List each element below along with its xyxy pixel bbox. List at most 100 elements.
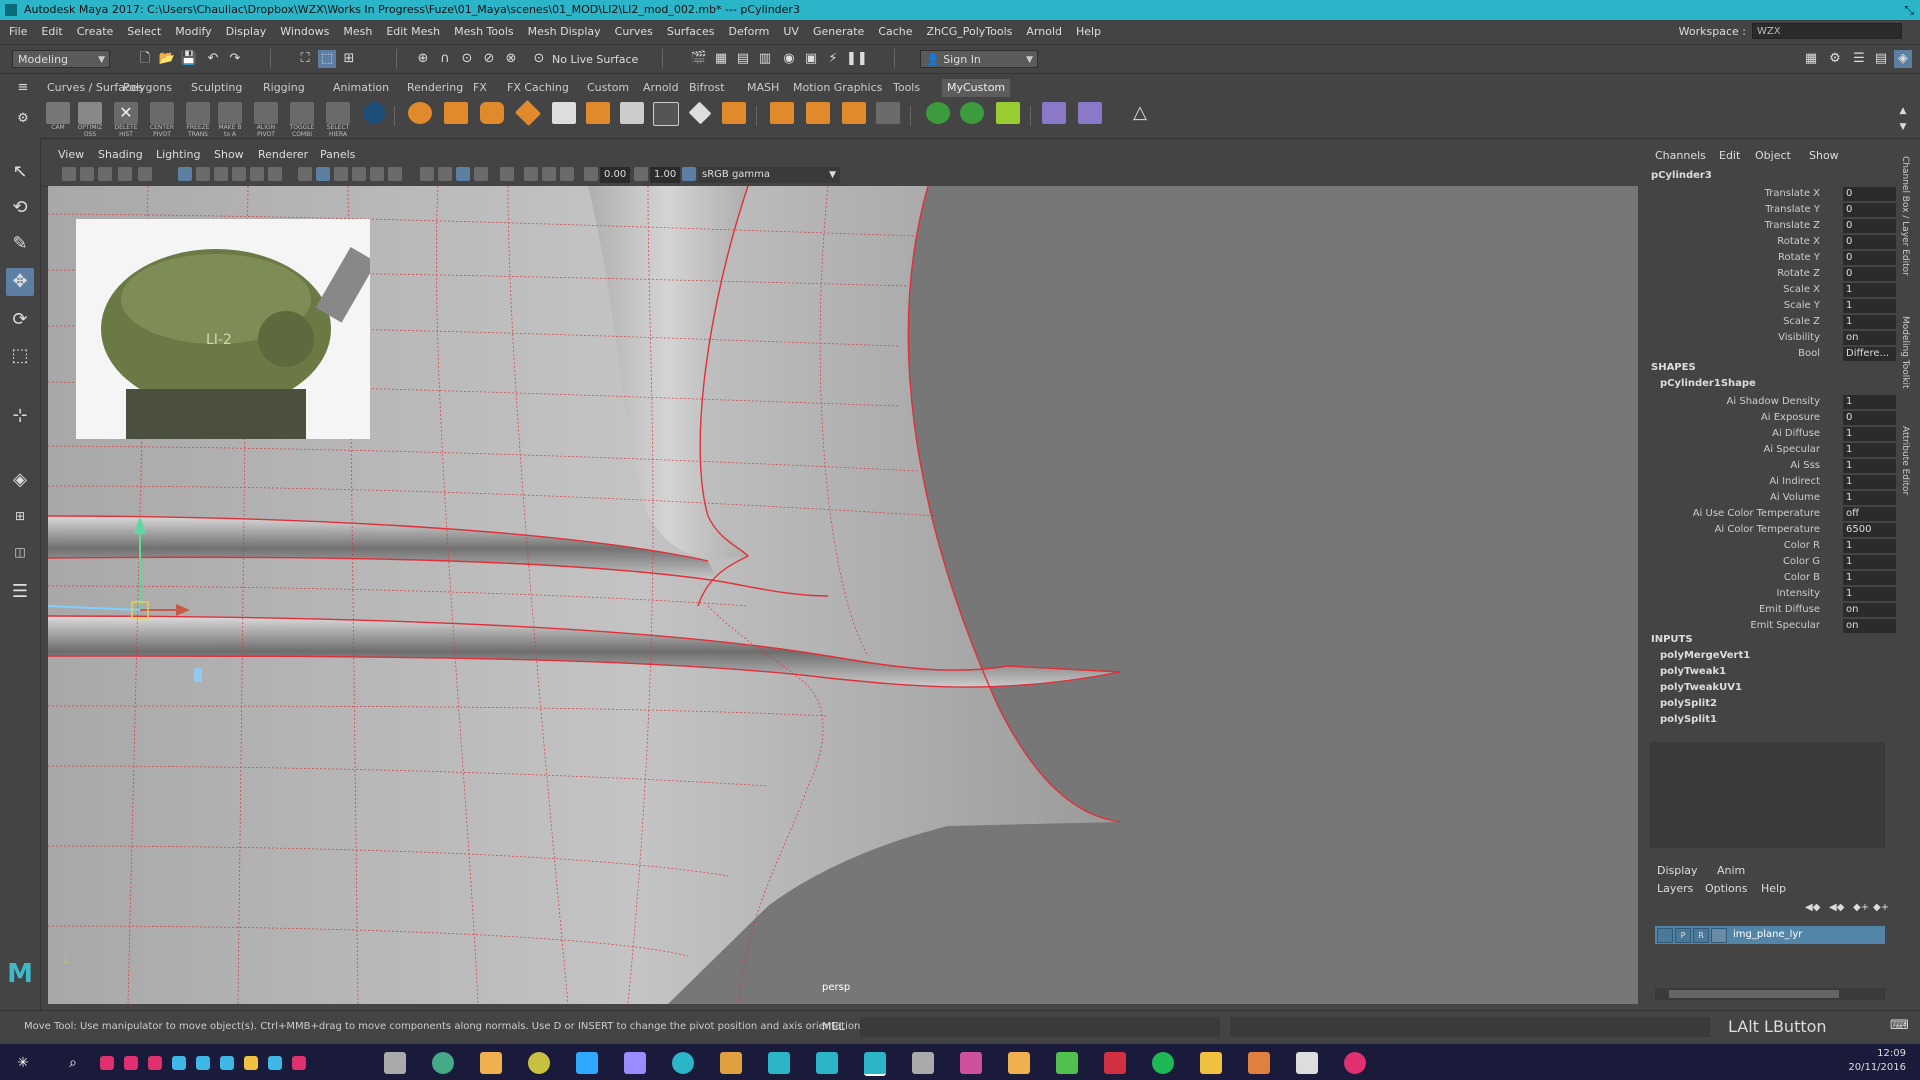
new-layer-selected-icon[interactable]: ◆+ bbox=[1873, 902, 1889, 913]
mel-label[interactable]: MEL bbox=[822, 1020, 845, 1033]
channel-row[interactable]: Ai Color Temperature 6500 bbox=[1645, 522, 1898, 538]
app-tray-icon[interactable] bbox=[148, 1056, 162, 1070]
move-layer-up-icon[interactable]: ◀◆ bbox=[1805, 902, 1820, 913]
open-scene-icon[interactable]: 📂 bbox=[158, 50, 176, 68]
image-plane-icon[interactable] bbox=[118, 167, 132, 181]
shelf-button-vertex[interactable] bbox=[686, 101, 714, 132]
app-icon[interactable] bbox=[1344, 1052, 1366, 1074]
channel-value[interactable]: 1 bbox=[1843, 283, 1898, 297]
start-icon[interactable]: ✳ bbox=[12, 1052, 34, 1074]
file-explorer-icon[interactable] bbox=[1200, 1052, 1222, 1074]
menu-generate[interactable]: Generate bbox=[806, 20, 871, 44]
app-tray-icon[interactable] bbox=[172, 1056, 186, 1070]
channel-value[interactable]: on bbox=[1843, 619, 1898, 633]
channel-value[interactable]: 0 bbox=[1843, 267, 1898, 281]
shadows-icon[interactable] bbox=[388, 167, 402, 181]
menu-file[interactable]: File bbox=[2, 20, 34, 44]
attribute-editor-icon[interactable]: ⚙ bbox=[1826, 50, 1844, 68]
shelf-button-grid[interactable] bbox=[652, 102, 680, 132]
channel-label[interactable]: Intensity bbox=[1776, 588, 1820, 599]
exposure-value[interactable]: 0.00 bbox=[600, 167, 631, 183]
soft-select-icon[interactable]: ⊹ bbox=[6, 402, 34, 430]
channel-value[interactable]: 6500 bbox=[1843, 523, 1898, 537]
channel-row[interactable]: Ai Sss 1 bbox=[1645, 458, 1898, 474]
channel-value[interactable]: 1 bbox=[1843, 555, 1898, 569]
resolution-gate-icon[interactable] bbox=[214, 167, 228, 181]
tool-settings-icon[interactable]: ☰ bbox=[1850, 50, 1868, 68]
smooth-shade-icon[interactable] bbox=[316, 167, 330, 181]
arnold-ipr-icon[interactable]: ⚡ bbox=[824, 50, 842, 68]
single-view-icon[interactable]: ◈ bbox=[6, 466, 34, 494]
channel-label[interactable]: Color G bbox=[1783, 556, 1820, 567]
menu-mesh-tools[interactable]: Mesh Tools bbox=[447, 20, 521, 44]
show-menu[interactable]: Show bbox=[1809, 149, 1839, 162]
shelf-button-delete-history[interactable]: ✕ DELETE HIST bbox=[112, 102, 140, 138]
outliner-icon[interactable]: ☰ bbox=[6, 578, 34, 606]
select-hierarchy-icon[interactable]: ⛶ bbox=[296, 50, 314, 68]
save-scene-icon[interactable]: 💾 bbox=[180, 50, 198, 68]
channel-label[interactable]: Emit Specular bbox=[1750, 620, 1820, 631]
channel-value[interactable]: 0 bbox=[1843, 251, 1898, 265]
panel-menu-panels[interactable]: Panels bbox=[320, 148, 355, 161]
grease-pencil-icon[interactable] bbox=[138, 167, 152, 181]
shelf-tab-polygons[interactable]: Polygons bbox=[118, 79, 177, 97]
modeling-toolkit-icon[interactable]: ▦ bbox=[1802, 50, 1820, 68]
app-tray-icon[interactable] bbox=[196, 1056, 210, 1070]
select-tool-icon[interactable]: ↖ bbox=[6, 158, 34, 186]
shelf-button-poly-cube[interactable] bbox=[442, 102, 470, 132]
channel-row[interactable]: Visibility on bbox=[1645, 330, 1898, 346]
channel-row[interactable]: Color R 1 bbox=[1645, 538, 1898, 554]
shelf-button-lattice[interactable] bbox=[1040, 102, 1068, 132]
shelf-button-bridge[interactable] bbox=[584, 102, 612, 132]
channel-value[interactable]: off bbox=[1843, 507, 1898, 521]
menu-arnold[interactable]: Arnold bbox=[1019, 20, 1069, 44]
channel-label[interactable]: Ai Shadow Density bbox=[1727, 396, 1820, 407]
channel-row[interactable]: Translate Y 0 bbox=[1645, 202, 1898, 218]
menu-help[interactable]: Help bbox=[1069, 20, 1108, 44]
channel-value[interactable]: 1 bbox=[1843, 299, 1898, 313]
channel-label[interactable]: Rotate Z bbox=[1777, 268, 1820, 279]
channel-label[interactable]: Ai Indirect bbox=[1769, 476, 1820, 487]
shelf-button-slide-edge[interactable] bbox=[874, 102, 902, 132]
select-object-icon[interactable]: ⬚ bbox=[318, 50, 336, 68]
camera-lock-icon[interactable] bbox=[80, 167, 94, 181]
color-management-icon[interactable] bbox=[682, 167, 696, 181]
channel-label[interactable]: Translate Y bbox=[1765, 204, 1820, 215]
side-tab-attribute-editor[interactable]: Attribute Editor bbox=[1900, 426, 1910, 495]
channel-value[interactable]: 1 bbox=[1843, 395, 1898, 409]
channel-row[interactable]: Ai Use Color Temperature off bbox=[1645, 506, 1898, 522]
xray-joints-icon[interactable] bbox=[500, 167, 514, 181]
channels-menu[interactable]: Channels bbox=[1655, 149, 1706, 162]
maya-taskbar-icon[interactable] bbox=[816, 1052, 838, 1074]
channel-row[interactable]: Rotate X 0 bbox=[1645, 234, 1898, 250]
channel-label[interactable]: Visibility bbox=[1778, 332, 1820, 343]
app-tray-icon[interactable] bbox=[268, 1056, 282, 1070]
render-view-icon[interactable]: ▦ bbox=[712, 50, 730, 68]
new-layer-icon[interactable]: ◆+ bbox=[1853, 902, 1869, 913]
side-tab-channel-box[interactable]: Channel Box / Layer Editor bbox=[1900, 156, 1910, 276]
new-scene-icon[interactable]: 🗋 bbox=[136, 50, 154, 68]
rotate-tool-icon[interactable]: ⟳ bbox=[6, 306, 34, 334]
channel-label[interactable]: Rotate X bbox=[1777, 236, 1820, 247]
photoshop-icon[interactable] bbox=[576, 1052, 598, 1074]
scale-tool-icon[interactable]: ⬚ bbox=[6, 342, 34, 370]
backface-culling-icon[interactable] bbox=[524, 167, 538, 181]
window-controls-icon[interactable]: ⤡ bbox=[1904, 0, 1914, 20]
menu-select[interactable]: Select bbox=[120, 20, 168, 44]
menu-display[interactable]: Display bbox=[219, 20, 274, 44]
channel-value[interactable]: 1 bbox=[1843, 587, 1898, 601]
use-lights-icon[interactable] bbox=[370, 167, 384, 181]
after-effects-icon[interactable] bbox=[624, 1052, 646, 1074]
app-tray-icon[interactable] bbox=[292, 1056, 306, 1070]
app-icon[interactable] bbox=[1008, 1052, 1030, 1074]
render-arnold-icon[interactable]: ▣ bbox=[802, 50, 820, 68]
channel-row[interactable]: Ai Indirect 1 bbox=[1645, 474, 1898, 490]
shelf-button-combine[interactable] bbox=[618, 102, 646, 132]
menu-surfaces[interactable]: Surfaces bbox=[660, 20, 722, 44]
channel-row[interactable]: Color G 1 bbox=[1645, 554, 1898, 570]
shelf-tab-rendering[interactable]: Rendering bbox=[402, 79, 468, 97]
render-settings-icon[interactable]: ▥ bbox=[756, 50, 774, 68]
app-icon[interactable] bbox=[960, 1052, 982, 1074]
shelf-button-bend[interactable] bbox=[1076, 102, 1104, 132]
screen-space-ao-icon[interactable] bbox=[420, 167, 434, 181]
